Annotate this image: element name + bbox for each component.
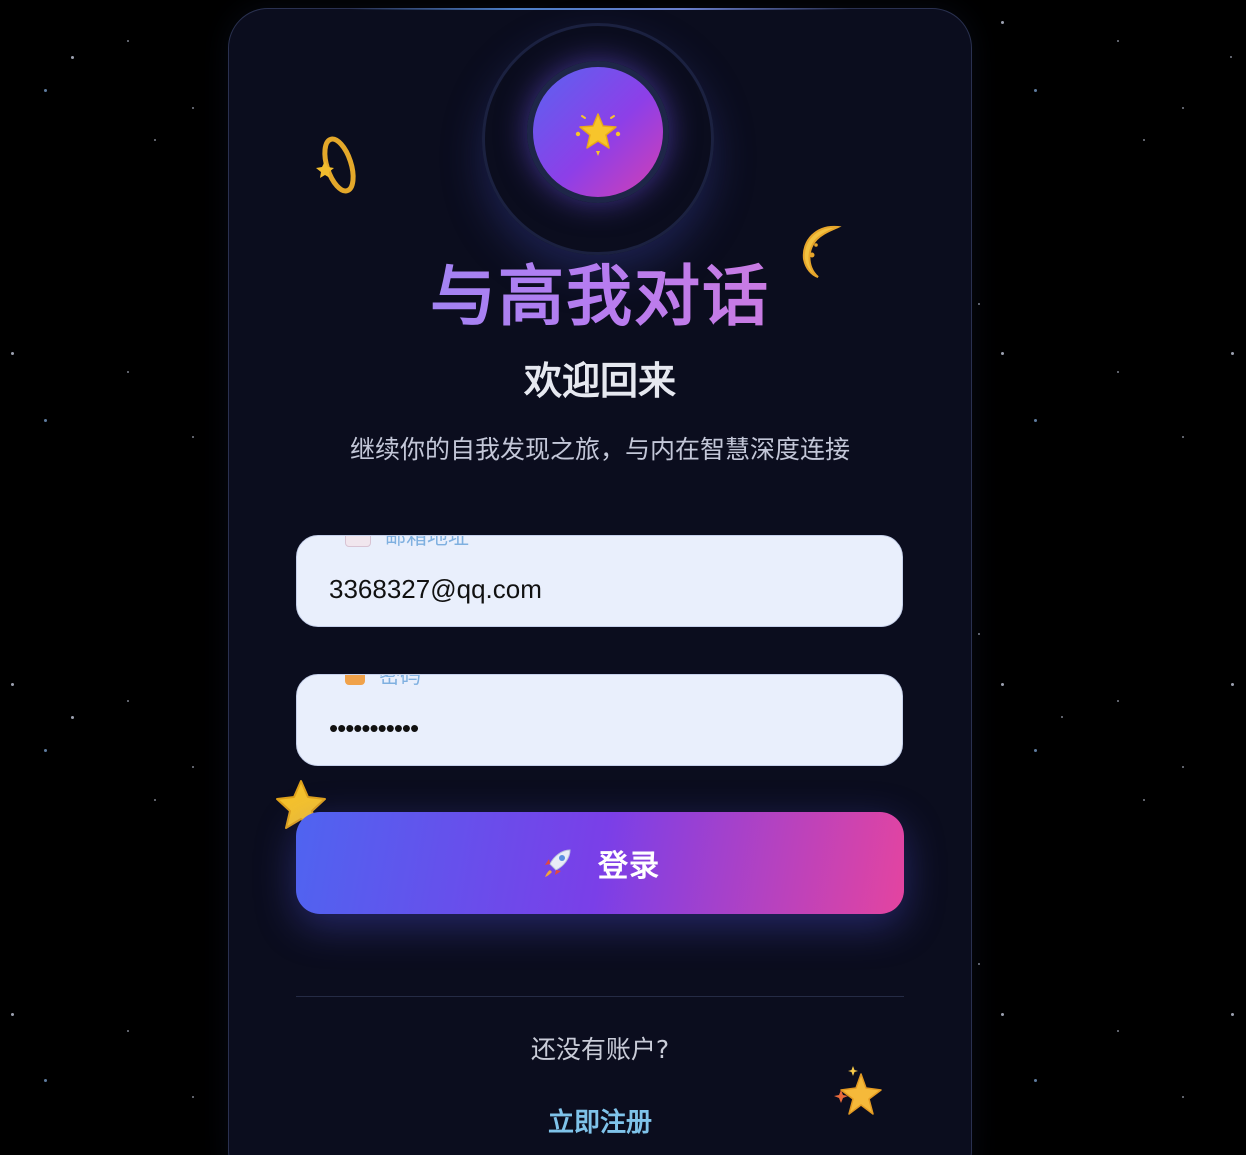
star-icon [570, 104, 626, 160]
no-account-prompt: 还没有账户? [530, 1035, 670, 1064]
page-subtitle: 继续你的自我发现之旅，与内在智慧深度连接 [349, 435, 850, 464]
login-card: 与高我对话 欢迎回来 继续你的自我发现之旅，与内在智慧深度连接 邮箱地址 密码 [228, 8, 972, 1155]
shooting-star-icon [311, 131, 363, 201]
email-input[interactable] [297, 536, 902, 626]
login-button[interactable]: 登录 [296, 812, 904, 914]
divider [296, 996, 904, 997]
page-title: 欢迎回来 [523, 359, 676, 403]
sparkles-icon [829, 1064, 889, 1126]
rocket-icon [540, 844, 576, 883]
password-input[interactable] [297, 675, 902, 765]
logo-badge [527, 61, 669, 203]
login-button-label: 登录 [598, 849, 660, 884]
email-field[interactable]: 邮箱地址 [296, 535, 903, 627]
app-title: 与高我对话 [229, 257, 971, 337]
login-page: 与高我对话 欢迎回来 继续你的自我发现之旅，与内在智慧深度连接 邮箱地址 密码 [0, 0, 1246, 1155]
card-accent-line [349, 8, 851, 10]
register-link[interactable]: 立即注册 [548, 1108, 652, 1138]
password-field[interactable]: 密码 [296, 674, 903, 766]
